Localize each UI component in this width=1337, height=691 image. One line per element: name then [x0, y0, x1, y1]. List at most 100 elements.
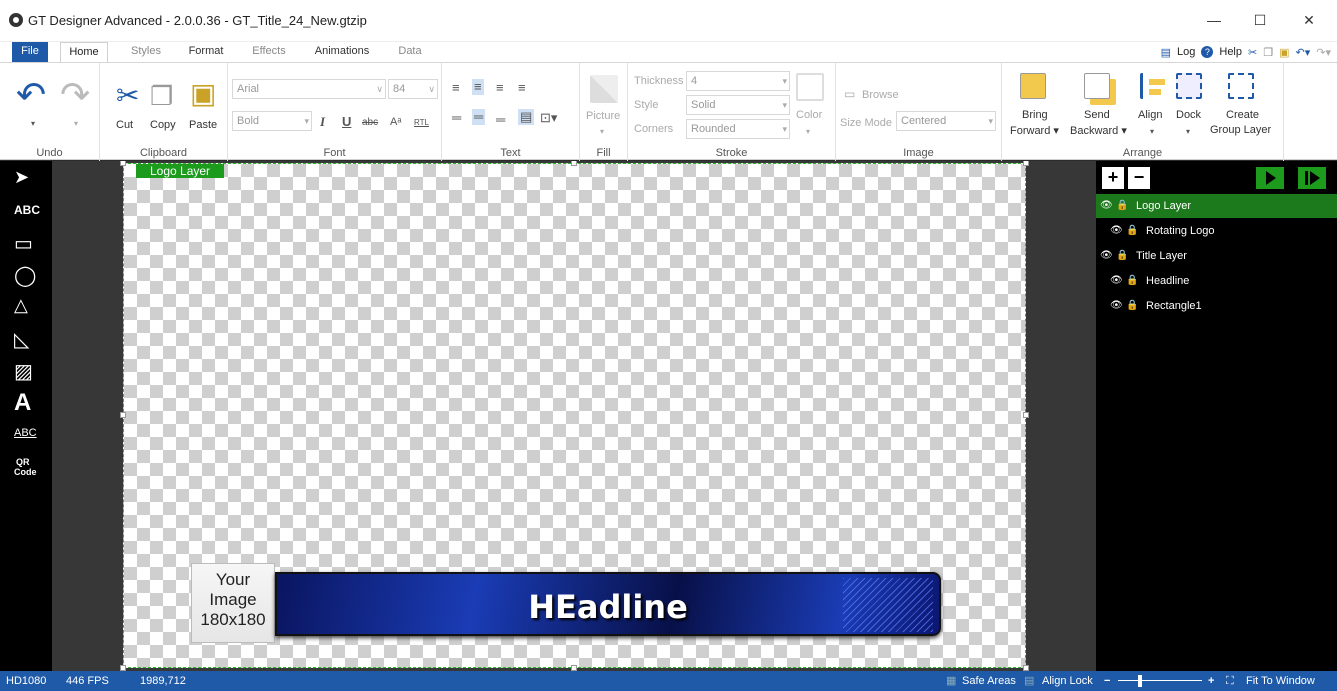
align-right-icon[interactable]: ≡ [496, 81, 504, 95]
tab-file[interactable]: File [12, 42, 48, 62]
minimize-button[interactable]: — [1202, 10, 1226, 30]
layer-row[interactable]: 👁 🔒 Logo Layer [1096, 194, 1337, 218]
undo-icon[interactable]: ↶ [16, 77, 46, 113]
fit-window-icon[interactable]: ⛶ [1226, 671, 1234, 691]
corners-select[interactable]: Rounded ▾ [686, 119, 790, 139]
tab-effects[interactable]: Effects [244, 42, 294, 62]
layer-row[interactable]: 👁 🔒 Rotating Logo [1096, 219, 1337, 243]
fit-to-window-button[interactable]: Fit To Window [1246, 671, 1315, 691]
rtl-button[interactable]: RTL [414, 116, 429, 130]
redo-quick-icon[interactable]: ↷▾ [1316, 46, 1331, 59]
undo-quick-icon[interactable]: ↶▾ [1296, 46, 1311, 59]
align-lock-icon[interactable]: ▤ [1024, 671, 1034, 691]
justify-icon[interactable]: ≡ [518, 81, 526, 95]
browse-button[interactable]: Browse [862, 89, 899, 101]
cut-quick-icon[interactable]: ✂ [1248, 46, 1257, 59]
send-backward-icon[interactable] [1084, 73, 1110, 99]
resize-handle-tr[interactable] [1023, 161, 1029, 166]
close-button[interactable]: ✕ [1297, 10, 1321, 30]
align-left-icon[interactable]: ≡ [452, 81, 460, 95]
zoom-in-icon[interactable]: + [1208, 671, 1214, 691]
layer-row[interactable]: 👁 🔒 Headline [1096, 269, 1337, 293]
lock-icon[interactable]: 🔒 [1116, 244, 1128, 268]
dock-icon[interactable] [1176, 73, 1202, 99]
resize-handle-t[interactable] [571, 161, 577, 166]
redo-icon[interactable]: ↷ [60, 77, 90, 113]
fill-picture-button[interactable]: Picture [586, 110, 620, 122]
play-button[interactable] [1256, 167, 1284, 189]
tab-animations[interactable]: Animations [304, 42, 380, 62]
fill-dropdown-icon[interactable]: ▾ [600, 125, 604, 139]
copy-quick-icon[interactable]: ❐ [1263, 46, 1273, 59]
align-button[interactable]: Align [1138, 109, 1162, 121]
align-icon[interactable] [1140, 73, 1166, 99]
bring-forward-label-1[interactable]: Bring [1022, 109, 1048, 121]
stroke-color-dropdown-icon[interactable]: ▾ [806, 125, 810, 139]
copy-icon[interactable]: ❐ [150, 81, 173, 111]
remove-layer-button[interactable]: − [1128, 167, 1150, 189]
safe-areas-toggle[interactable]: Safe Areas [962, 671, 1016, 691]
cut-button[interactable]: Cut [116, 119, 133, 131]
create-group-icon[interactable] [1228, 73, 1254, 99]
dock-dropdown-icon[interactable]: ▾ [1186, 125, 1190, 139]
lock-icon[interactable]: 🔒 [1116, 194, 1128, 218]
resize-handle-l[interactable] [120, 412, 126, 418]
italic-button[interactable]: I [320, 115, 325, 129]
help-icon[interactable]: ? [1201, 46, 1214, 58]
size-mode-select[interactable]: Centered ▾ [896, 111, 996, 131]
strikethrough-button[interactable]: abc [362, 116, 378, 130]
caps-button[interactable]: Aᵃ [390, 115, 401, 129]
text-path-tool[interactable]: ABC [0, 427, 52, 439]
font-family-select[interactable]: Arial ∨ [232, 79, 386, 99]
zoom-out-icon[interactable]: − [1104, 671, 1110, 691]
maximize-button[interactable]: ☐ [1248, 10, 1272, 30]
visibility-eye-icon[interactable]: 👁 [1110, 219, 1123, 243]
stroke-color-swatch[interactable] [796, 73, 824, 101]
font-size-select[interactable]: 84 ∨ [388, 79, 438, 99]
headline-banner[interactable]: HEadline [275, 572, 941, 636]
send-backward-label-1[interactable]: Send [1084, 109, 1110, 121]
resize-handle-tl[interactable] [120, 161, 126, 166]
dock-button[interactable]: Dock [1176, 109, 1201, 121]
visibility-eye-icon[interactable]: 👁 [1110, 294, 1123, 318]
visibility-eye-icon[interactable]: 👁 [1100, 244, 1113, 268]
paste-icon[interactable]: ▣ [190, 79, 216, 109]
font-weight-select[interactable]: Bold ▾ [232, 111, 312, 131]
tab-format[interactable]: Format [180, 42, 232, 62]
valign-middle-icon[interactable]: ═ [472, 109, 486, 125]
log-button[interactable]: Log [1177, 46, 1195, 58]
redo-dropdown-icon[interactable]: ▾ [74, 117, 78, 131]
image-tool-icon[interactable]: ▨ [0, 359, 52, 384]
zoom-slider[interactable] [1118, 680, 1202, 681]
text-autofit-icon[interactable]: ▤ [518, 109, 535, 125]
stroke-style-select[interactable]: Solid ▾ [686, 95, 790, 115]
zoom-slider-thumb[interactable] [1138, 675, 1142, 687]
resize-handle-r[interactable] [1023, 412, 1029, 418]
triangle-tool-icon[interactable]: △ [0, 295, 52, 316]
canvas[interactable]: Logo Layer Your Image 180x180 HEadline [120, 161, 1029, 671]
log-icon[interactable]: ▤ [1161, 46, 1171, 59]
help-button[interactable]: Help [1219, 46, 1242, 58]
tab-data[interactable]: Data [390, 42, 430, 62]
cut-icon[interactable]: ✂ [116, 81, 139, 111]
send-backward-label-2[interactable]: Backward ▾ [1070, 124, 1127, 137]
underline-button[interactable]: U [342, 115, 351, 129]
create-group-label-1[interactable]: Create [1226, 109, 1259, 121]
headline-text[interactable]: HEadline [277, 588, 939, 626]
lock-icon[interactable]: 🔒 [1126, 294, 1138, 318]
copy-button[interactable]: Copy [150, 119, 176, 131]
visibility-eye-icon[interactable]: 👁 [1110, 269, 1123, 293]
align-dropdown-icon[interactable]: ▾ [1150, 125, 1154, 139]
safe-areas-icon[interactable]: ▦ [946, 671, 956, 691]
tab-styles[interactable]: Styles [124, 42, 168, 62]
tab-home[interactable]: Home [60, 42, 108, 63]
create-group-label-2[interactable]: Group Layer [1210, 124, 1271, 136]
paste-button[interactable]: Paste [189, 119, 217, 131]
valign-top-icon[interactable]: ═ [452, 111, 461, 125]
text-tool[interactable]: ABC [0, 203, 52, 217]
layer-row[interactable]: 👁 🔒 Rectangle1 [1096, 294, 1337, 318]
stroke-color-button[interactable]: Color [796, 109, 822, 121]
add-layer-button[interactable]: + [1102, 167, 1124, 189]
valign-bottom-icon[interactable]: ═ [496, 113, 505, 127]
qr-tool[interactable]: QR [0, 457, 52, 467]
